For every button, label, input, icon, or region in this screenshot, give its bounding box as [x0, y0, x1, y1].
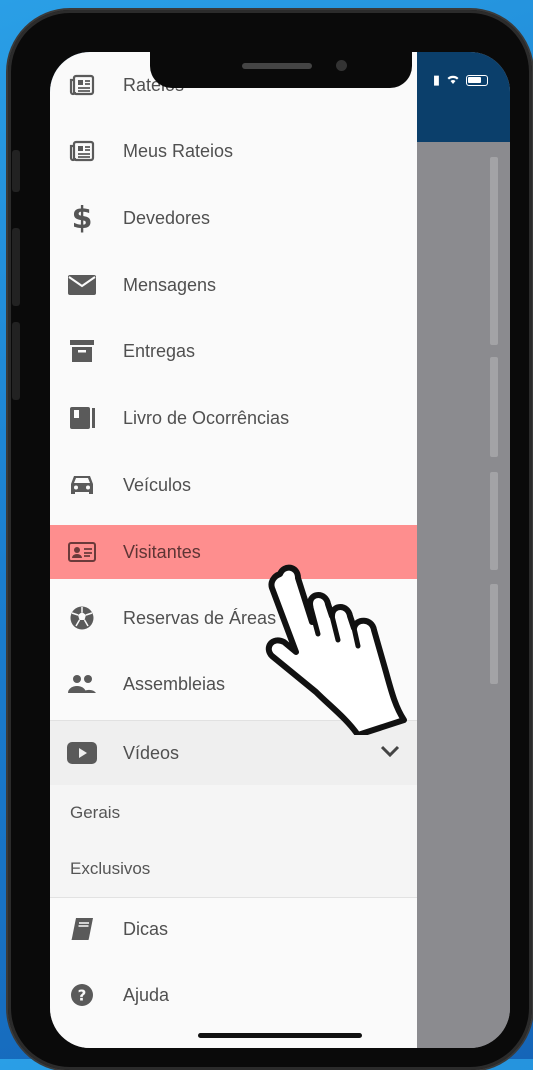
speaker — [242, 63, 312, 69]
status-bar-icons: ▮ — [433, 72, 488, 88]
submenu-item-label: Gerais — [70, 803, 121, 822]
dollar-icon: $ — [71, 200, 93, 236]
menu-item-label: Dicas — [123, 918, 169, 939]
mute-switch — [12, 150, 20, 192]
menu-item-devedores[interactable]: $ Devedores — [50, 185, 417, 251]
menu-item-mensagens[interactable]: Mensagens — [50, 252, 417, 318]
home-indicator[interactable] — [198, 1033, 362, 1038]
front-camera — [336, 60, 347, 71]
newspaper-icon — [66, 69, 98, 101]
pointer-hand-icon — [265, 564, 407, 735]
menu-item-label: Veículos — [123, 474, 192, 495]
menu-item-label: Visitantes — [123, 541, 201, 562]
wifi-icon — [446, 73, 460, 88]
people-icon — [66, 668, 98, 700]
menu-item-label: Entregas — [123, 340, 196, 361]
content-card[interactable] — [490, 584, 498, 684]
content-card[interactable] — [490, 472, 498, 570]
side-drawer: Rateios Meus Rateios $ Devedores Mensage… — [50, 52, 417, 1048]
phone-frame: ▮ Rateios Meus Rateios $ Devedores Mensa… — [8, 10, 532, 1070]
submenu-item-exclusivos[interactable]: Exclusivos — [50, 841, 417, 897]
menu-item-livro-de-ocorrencias[interactable]: Livro de Ocorrências — [50, 385, 417, 451]
menu-item-label: Assembleias — [123, 673, 226, 694]
menu-item-label: Livro de Ocorrências — [123, 407, 290, 428]
phone-screen: ▮ Rateios Meus Rateios $ Devedores Mensa… — [50, 52, 510, 1048]
question-circle-icon: ? — [66, 979, 98, 1011]
menu-item-label: Ajuda — [123, 984, 170, 1005]
menu-item-entregas[interactable]: Entregas — [50, 318, 417, 384]
content-card[interactable] — [490, 157, 498, 345]
soccer-ball-icon — [66, 602, 98, 634]
menu-item-veiculos[interactable]: Veículos — [50, 452, 417, 518]
car-icon — [66, 469, 98, 501]
battery-icon — [466, 74, 488, 86]
menu-item-label: Mensagens — [123, 274, 217, 295]
content-card[interactable] — [490, 357, 498, 457]
chevron-down-icon[interactable] — [380, 744, 400, 762]
submenu-item-label: Exclusivos — [70, 859, 151, 878]
envelope-icon — [66, 269, 98, 301]
notebook-icon — [66, 913, 98, 945]
menu-item-dicas[interactable]: Dicas — [50, 896, 417, 962]
archive-box-icon — [66, 335, 98, 367]
menu-item-ajuda[interactable]: ? Ajuda — [50, 962, 417, 1028]
id-card-icon — [66, 536, 98, 568]
menu-item-meus-rateios[interactable]: Meus Rateios — [50, 118, 417, 184]
volume-down-button — [12, 322, 20, 400]
svg-text:?: ? — [78, 987, 87, 1005]
submenu-item-gerais[interactable]: Gerais — [50, 785, 417, 841]
menu-item-label: Vídeos — [123, 742, 180, 763]
signal-icon: ▮ — [432, 72, 440, 87]
book-icon — [66, 402, 98, 434]
phone-notch — [150, 52, 412, 88]
volume-up-button — [12, 228, 20, 306]
menu-item-label: Devedores — [123, 207, 211, 228]
youtube-icon — [66, 737, 98, 769]
newspaper-icon — [66, 135, 98, 167]
menu-item-label: Meus Rateios — [123, 140, 234, 161]
